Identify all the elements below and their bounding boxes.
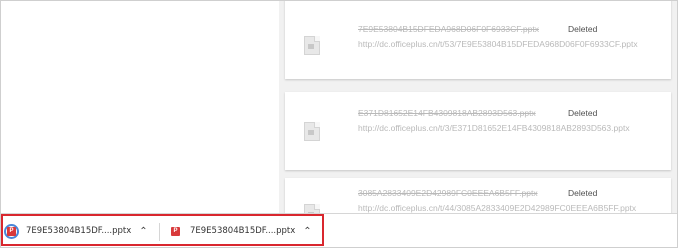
file-icon (304, 36, 320, 55)
download-shelf-filename: 7E9E53804B15DF....pptx (190, 226, 296, 236)
download-status: Deleted (568, 108, 598, 118)
download-url[interactable]: http://dc.officeplus.cn/t/44/3085A283340… (358, 203, 636, 213)
download-filename[interactable]: 7E9E53804B15DFEDA968D06F0F6933CF.pptx (358, 24, 539, 34)
powerpoint-file-icon: P (4, 223, 19, 239)
download-filename[interactable]: 3085A2833409E2D42989FC0EEEA6B5FF.pptx (358, 188, 538, 198)
download-card: 7E9E53804B15DFEDA968D06F0F6933CF.pptx De… (285, 0, 671, 79)
chevron-up-icon[interactable]: ⌃ (303, 226, 311, 237)
download-shelf-filename: 7E9E53804B15DF....pptx (26, 226, 132, 236)
downloads-page-content: 7E9E53804B15DFEDA968D06F0F6933CF.pptx De… (279, 0, 678, 213)
download-shelf-item[interactable]: P 7E9E53804B15DF....pptx ⌃ (168, 220, 320, 242)
download-url[interactable]: http://dc.officeplus.cn/t/3/E371D81652E1… (358, 123, 630, 133)
chevron-up-icon[interactable]: ⌃ (139, 226, 147, 237)
download-filename[interactable]: E371D81652E14FB4309818AB2893D563.pptx (358, 108, 536, 118)
download-shelf-item[interactable]: P 7E9E53804B15DF....pptx ⌃ (4, 220, 156, 242)
download-status: Deleted (568, 24, 598, 34)
download-shelf: P 7E9E53804B15DF....pptx ⌃ P 7E9E53804B1… (0, 213, 678, 248)
divider (159, 223, 160, 241)
download-card: 3085A2833409E2D42989FC0EEEA6B5FF.pptx De… (285, 178, 671, 213)
powerpoint-file-icon: P (168, 224, 183, 239)
download-status: Deleted (568, 188, 598, 198)
file-icon (304, 204, 320, 213)
file-icon (304, 122, 320, 141)
download-url[interactable]: http://dc.officeplus.cn/t/53/7E9E53804B1… (358, 39, 638, 49)
download-card: E371D81652E14FB4309818AB2893D563.pptx De… (285, 92, 671, 170)
